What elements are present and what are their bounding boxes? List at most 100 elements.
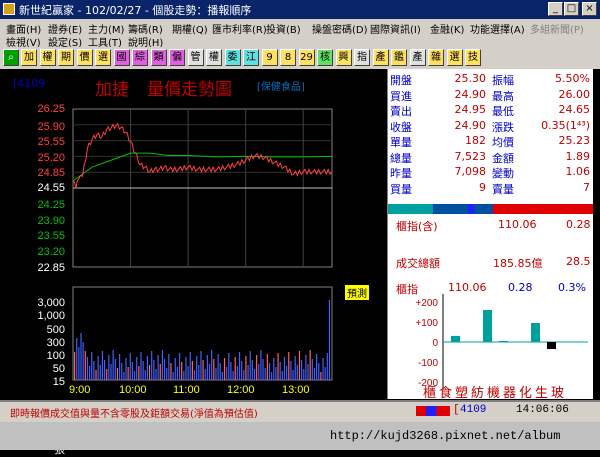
- quote-key: 賣出: [390, 105, 412, 118]
- toolbar-button[interactable]: 價: [76, 49, 93, 66]
- toolbar-button[interactable]: 權: [206, 49, 222, 66]
- toolbar-button[interactable]: 興: [335, 49, 352, 66]
- volume-bar: [114, 359, 116, 380]
- toolbar-button[interactable]: 8: [280, 49, 296, 66]
- volume-bar: [249, 351, 251, 380]
- volume-bar: [294, 356, 296, 380]
- menu-item[interactable]: 期權(Q): [172, 21, 208, 36]
- volume-bar: [318, 363, 320, 380]
- toolbar-button[interactable]: 技: [465, 49, 481, 66]
- status-clock: 14:06:06: [516, 404, 569, 416]
- volume-bar: [95, 370, 97, 380]
- status-bar: 即時報價成交值與量不含零股及鉅額交易(淨值為預估值) [ 4109 14:06:…: [0, 400, 600, 422]
- volume-bar: [228, 353, 230, 380]
- toolbar-button[interactable]: 指: [354, 49, 370, 66]
- toolbar-button[interactable]: 國: [113, 49, 130, 66]
- volume-bar: [193, 370, 196, 380]
- volume-bar: [178, 353, 181, 380]
- volume-bar: [148, 365, 151, 380]
- sector-label: 食: [439, 385, 452, 399]
- sector-label: 機: [487, 386, 500, 399]
- volume-bar: [328, 300, 331, 380]
- volume-bar: [288, 352, 290, 380]
- volume-bar: [183, 371, 185, 380]
- toolbar-button[interactable]: 選: [95, 49, 111, 66]
- volume-bar: [168, 354, 170, 380]
- toolbar-button[interactable]: 29: [298, 49, 315, 66]
- toolbar-button[interactable]: 雜: [428, 49, 444, 66]
- volume-bar: [99, 365, 101, 380]
- menu-item[interactable]: 國際資訊(I): [370, 21, 421, 36]
- volume-bar: [144, 370, 146, 380]
- bid-ask-bar: [388, 204, 593, 214]
- price-volume-chart-panel: [4109 加捷 量價走勢圖 [保健食品] 26.25 25.90 25.55 25.…: [7, 69, 388, 456]
- menu-item[interactable]: 功能選擇(A): [470, 21, 525, 36]
- toolbar-button[interactable]: 管: [187, 49, 204, 66]
- volume-bar: [208, 364, 211, 380]
- volume-bar: [202, 360, 204, 380]
- volume-bar: [322, 358, 324, 380]
- volume-bar: [153, 360, 155, 380]
- sector-label: 紡: [471, 386, 484, 399]
- sector-label: 玻: [551, 386, 564, 399]
- volume-bar: [279, 362, 281, 380]
- toolbar-button[interactable]: 選: [446, 49, 463, 66]
- toolbar-button[interactable]: 產: [409, 49, 426, 66]
- toolbar-button[interactable]: 產: [372, 49, 389, 66]
- volume-bar: [170, 363, 172, 380]
- volume-bar: [226, 367, 228, 380]
- turnover-value: 185.85億: [493, 257, 543, 270]
- toolbar-button[interactable]: 江: [243, 49, 259, 66]
- minimize-button[interactable]: _: [548, 2, 563, 16]
- quote-key: 均價: [492, 136, 514, 149]
- quote-key: 單量: [390, 136, 412, 149]
- volume-bar: [133, 371, 136, 380]
- volume-bar: [313, 368, 316, 380]
- menu-item[interactable]: 操盤密碼(D): [312, 21, 368, 36]
- volume-bar: [136, 357, 138, 380]
- menu-item[interactable]: 多組新聞(P): [530, 21, 584, 36]
- search-icon[interactable]: ⌕: [3, 49, 19, 66]
- volume-bar: [324, 367, 326, 380]
- toolbar-button[interactable]: 綜: [132, 49, 148, 66]
- volume-bar: [213, 359, 215, 380]
- close-button[interactable]: ×: [582, 2, 597, 16]
- menu-item[interactable]: 投資(B): [266, 21, 301, 36]
- quote-key: 總量: [390, 151, 412, 165]
- toolbar-button[interactable]: 核: [317, 49, 333, 66]
- status-code: 4109: [460, 404, 487, 416]
- sector-bar: [451, 336, 460, 342]
- volume-bar: [127, 367, 129, 380]
- menu-item[interactable]: 金融(K): [430, 21, 464, 36]
- quote-value: 7,098: [454, 165, 487, 178]
- toolbar-button[interactable]: 鑑: [391, 49, 407, 66]
- volume-bar: [157, 355, 159, 380]
- volume-bar: [189, 352, 191, 380]
- maximize-button[interactable]: □: [564, 2, 579, 16]
- volume-bar: [101, 351, 104, 380]
- toolbar-button[interactable]: 9: [261, 49, 278, 66]
- volume-bar: [91, 352, 93, 380]
- quote-value: 26.00: [558, 87, 591, 101]
- volume-bar: [138, 366, 140, 380]
- toolbar-button[interactable]: 權: [39, 49, 56, 66]
- volume-bar: [301, 360, 303, 380]
- volume-bar: [268, 363, 271, 380]
- menu-bar: 畫面(H) 證券(E) 主力(M) 籌碼(R) 期權(Q) 匯市利率(R) 投資(B) 操盤密…: [0, 19, 600, 49]
- volume-bar: [230, 362, 232, 380]
- volume-bar: [232, 371, 234, 380]
- toolbar-button[interactable]: 期: [58, 49, 74, 66]
- toolbar-button[interactable]: 類: [150, 49, 167, 66]
- volume-bar: [140, 352, 142, 380]
- volume-bar: [76, 338, 78, 380]
- volume-bar: [219, 363, 221, 380]
- toolbar-button[interactable]: 偏: [169, 49, 185, 66]
- quote-value: 5.50%: [555, 72, 590, 85]
- volume-bar: [247, 365, 249, 380]
- volume-bar: [298, 351, 301, 380]
- menu-item[interactable]: 匯市利率(R): [212, 21, 267, 36]
- volume-bar: [74, 352, 76, 380]
- toolbar-button[interactable]: 加: [21, 49, 37, 66]
- volume-bar: [283, 357, 286, 380]
- toolbar-button[interactable]: 委: [224, 49, 241, 66]
